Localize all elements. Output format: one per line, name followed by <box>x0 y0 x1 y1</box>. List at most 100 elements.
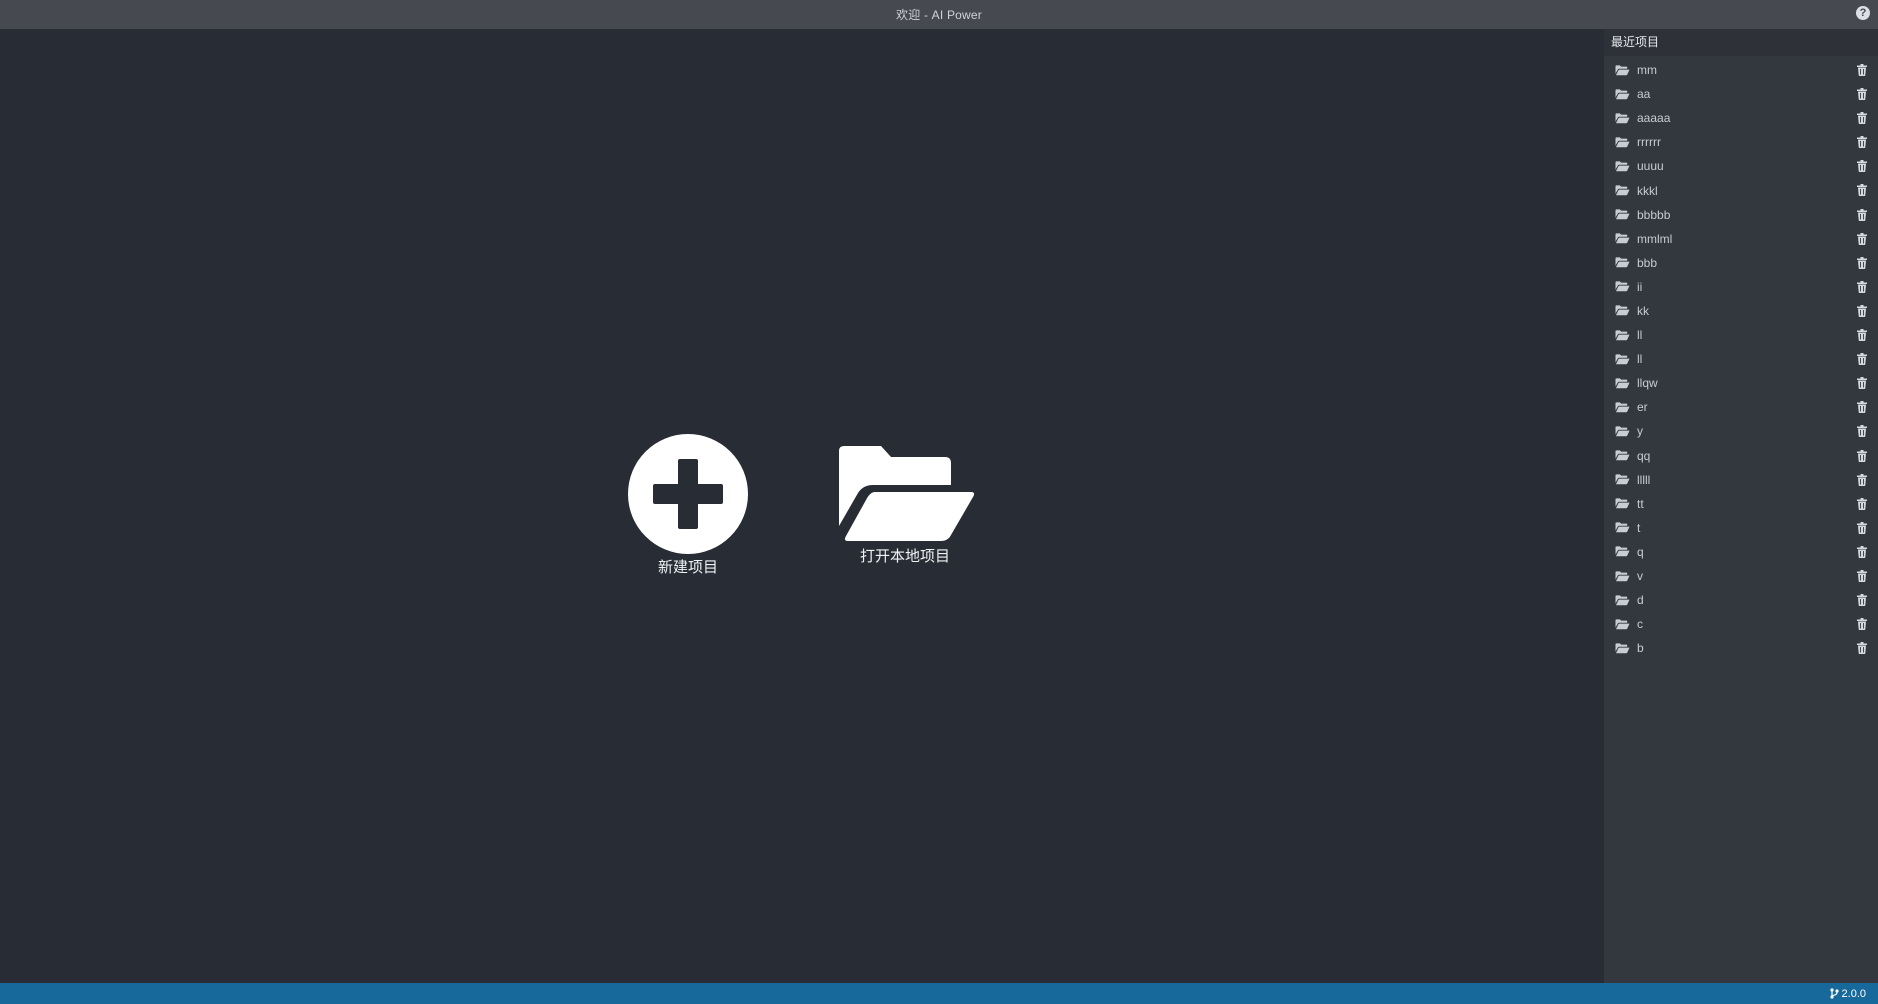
recent-project-name: aa <box>1637 87 1651 102</box>
version-text: 2.0.0 <box>1841 987 1866 1000</box>
question-circle-icon[interactable]: ? <box>1856 6 1870 20</box>
trash-icon[interactable] <box>1856 424 1868 438</box>
recent-project-name: rrrrrr <box>1637 135 1661 150</box>
recent-project-name: mm <box>1637 63 1657 78</box>
folder-open-icon <box>1615 353 1631 365</box>
recent-project-name: bbbbb <box>1637 207 1671 222</box>
recent-project-item[interactable]: v <box>1604 564 1878 588</box>
recent-project-item[interactable]: ll <box>1604 347 1878 371</box>
title-bar: 欢迎 - AI Power ? <box>0 0 1878 29</box>
trash-icon[interactable] <box>1856 304 1868 318</box>
trash-icon[interactable] <box>1856 497 1868 511</box>
folder-open-icon <box>1615 425 1631 437</box>
recent-projects-list: mm aa aaaaa rrrrrr uuuu kkkl bbbbb mmlml bbb ii kk… <box>1604 56 1878 660</box>
window-title: 欢迎 - AI Power <box>896 8 982 22</box>
recent-project-name: c <box>1637 617 1643 632</box>
folder-open-icon <box>1615 64 1631 76</box>
app-window: 欢迎 - AI Power ? 新建项目 打开本地项目 最近项目 mm aa aaa… <box>0 0 1878 1004</box>
recent-project-item[interactable]: aa <box>1604 82 1878 106</box>
recent-project-name: d <box>1637 593 1644 608</box>
trash-icon[interactable] <box>1856 617 1868 631</box>
folder-open-icon <box>1615 522 1631 534</box>
recent-project-item[interactable]: llqw <box>1604 371 1878 395</box>
recent-project-item[interactable]: ii <box>1604 275 1878 299</box>
recent-project-item[interactable]: c <box>1604 612 1878 636</box>
trash-icon[interactable] <box>1856 593 1868 607</box>
trash-icon[interactable] <box>1856 63 1868 77</box>
recent-project-item[interactable]: mm <box>1604 58 1878 82</box>
recent-project-item[interactable]: bbb <box>1604 251 1878 275</box>
recent-project-name: v <box>1637 569 1643 584</box>
trash-icon[interactable] <box>1856 159 1868 173</box>
folder-open-icon <box>1615 618 1631 630</box>
trash-icon[interactable] <box>1856 111 1868 125</box>
recent-project-item[interactable]: er <box>1604 395 1878 419</box>
version-indicator[interactable]: 2.0.0 <box>1829 983 1866 1004</box>
recent-project-item[interactable]: t <box>1604 516 1878 540</box>
folder-open-icon <box>1615 257 1631 269</box>
trash-icon[interactable] <box>1856 545 1868 559</box>
recent-project-name: tt <box>1637 496 1644 511</box>
folder-open-icon <box>1615 136 1631 148</box>
plus-circle-icon <box>628 434 748 554</box>
trash-icon[interactable] <box>1856 376 1868 390</box>
trash-icon[interactable] <box>1856 328 1868 342</box>
trash-icon[interactable] <box>1856 521 1868 535</box>
recent-project-item[interactable]: qq <box>1604 444 1878 468</box>
trash-icon[interactable] <box>1856 449 1868 463</box>
recent-project-item[interactable]: tt <box>1604 492 1878 516</box>
recent-project-name: qq <box>1637 448 1651 463</box>
recent-projects-title: 最近项目 <box>1604 29 1878 56</box>
status-bar: 2.0.0 <box>0 983 1878 1004</box>
trash-icon[interactable] <box>1856 87 1868 101</box>
recent-project-item[interactable]: y <box>1604 419 1878 443</box>
recent-project-name: ii <box>1637 279 1643 294</box>
trash-icon[interactable] <box>1856 208 1868 222</box>
recent-project-name: ll <box>1637 328 1643 343</box>
folder-open-icon <box>1615 377 1631 389</box>
recent-project-name: lllll <box>1637 472 1651 487</box>
trash-icon[interactable] <box>1856 352 1868 366</box>
open-local-project-label: 打开本地项目 <box>859 548 950 565</box>
folder-open-icon <box>1615 450 1631 462</box>
folder-open-icon <box>1615 401 1631 413</box>
recent-project-name: aaaaa <box>1637 111 1671 126</box>
recent-project-name: mmlml <box>1637 231 1673 246</box>
folder-open-icon <box>1615 112 1631 124</box>
recent-project-name: b <box>1637 641 1644 656</box>
trash-icon[interactable] <box>1856 569 1868 583</box>
trash-icon[interactable] <box>1856 400 1868 414</box>
recent-project-item[interactable]: d <box>1604 588 1878 612</box>
recent-project-item[interactable]: uuuu <box>1604 154 1878 178</box>
new-project-button[interactable]: 新建项目 <box>628 434 748 577</box>
recent-project-item[interactable]: aaaaa <box>1604 106 1878 130</box>
recent-project-name: kk <box>1637 303 1649 318</box>
recent-project-item[interactable]: rrrrrr <box>1604 130 1878 154</box>
recent-project-item[interactable]: ll <box>1604 323 1878 347</box>
trash-icon[interactable] <box>1856 473 1868 487</box>
trash-icon[interactable] <box>1856 280 1868 294</box>
trash-icon[interactable] <box>1856 232 1868 246</box>
recent-project-name: llqw <box>1637 376 1658 391</box>
recent-project-item[interactable]: b <box>1604 636 1878 660</box>
recent-project-name: q <box>1637 544 1644 559</box>
recent-project-item[interactable]: mmlml <box>1604 227 1878 251</box>
recent-project-item[interactable]: kkkl <box>1604 178 1878 202</box>
git-branch-icon <box>1829 988 1839 999</box>
trash-icon[interactable] <box>1856 135 1868 149</box>
trash-icon[interactable] <box>1856 641 1868 655</box>
folder-open-icon <box>1615 546 1631 558</box>
open-local-project-button[interactable]: 打开本地项目 <box>830 445 980 566</box>
recent-project-item[interactable]: q <box>1604 540 1878 564</box>
recent-project-item[interactable]: kk <box>1604 299 1878 323</box>
folder-open-icon <box>1615 185 1631 197</box>
folder-open-icon <box>1615 474 1631 486</box>
recent-project-name: er <box>1637 400 1648 415</box>
recent-projects-panel: 最近项目 mm aa aaaaa rrrrrr uuuu kkkl bbbbb mmlml bb… <box>1604 29 1878 983</box>
trash-icon[interactable] <box>1856 183 1868 197</box>
trash-icon[interactable] <box>1856 256 1868 270</box>
recent-project-item[interactable]: bbbbb <box>1604 203 1878 227</box>
folder-open-icon <box>1615 305 1631 317</box>
folder-open-icon <box>1615 498 1631 510</box>
recent-project-item[interactable]: lllll <box>1604 468 1878 492</box>
